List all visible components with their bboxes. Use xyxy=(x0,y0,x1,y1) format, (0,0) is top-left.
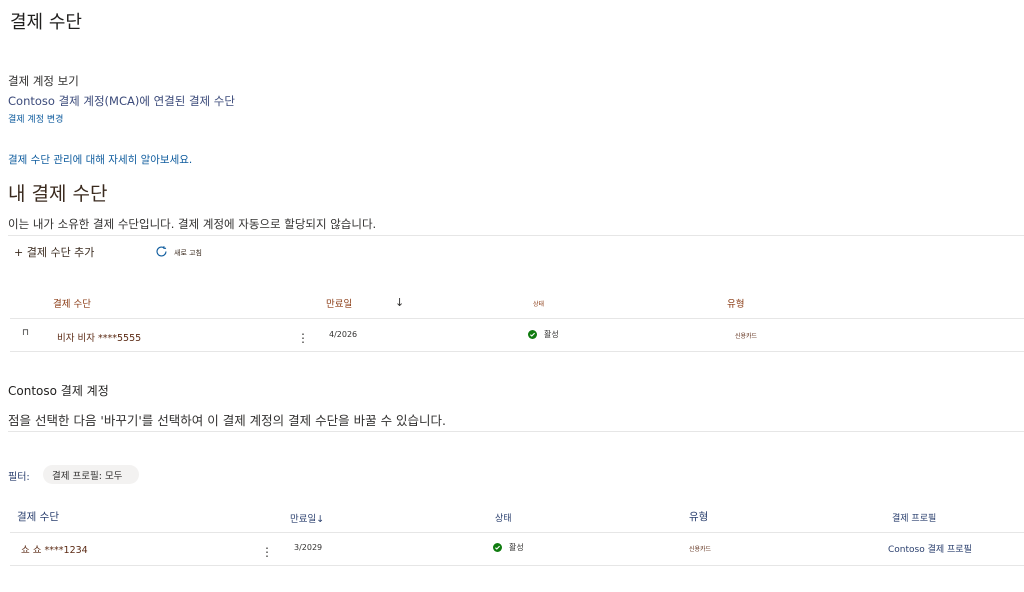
check-circle-icon xyxy=(528,330,537,339)
table-row[interactable]: 쇼 쇼 ****1234 ⋮ 3/2029 활성 신용카드 Contoso 결제… xyxy=(0,533,1024,565)
column-header-expiry[interactable]: 만료일↓ xyxy=(290,511,324,525)
billing-account-view-label: 결제 계정 보기 xyxy=(8,74,79,88)
column-header-type[interactable]: 유형 xyxy=(689,509,708,524)
contoso-account-title: Contoso 결제 계정 xyxy=(8,384,109,398)
learn-more-link[interactable]: 결제 수단 관리에 대해 자세히 알아보세요. xyxy=(8,152,192,167)
column-header-billing-profile[interactable]: 결제 프로필 xyxy=(892,511,936,524)
status-badge: 활성 xyxy=(493,542,524,553)
row-divider xyxy=(10,351,1024,352)
divider xyxy=(8,431,1024,432)
column-header-method[interactable]: 결제 수단 xyxy=(17,509,59,524)
filter-label: 필터: xyxy=(8,472,30,483)
page-title: 결제 수단 xyxy=(10,12,82,33)
column-header-status[interactable]: 상태 xyxy=(533,299,544,308)
divider xyxy=(8,235,1024,236)
change-billing-account-link[interactable]: 결제 계정 변경 xyxy=(8,112,63,125)
row-divider xyxy=(10,565,1024,566)
sort-arrow-icon[interactable]: ↓ xyxy=(395,296,404,309)
check-circle-icon xyxy=(493,543,502,552)
column-header-status[interactable]: 상태 xyxy=(495,511,512,524)
add-payment-method-button[interactable]: + 결제 수단 추가 xyxy=(14,244,94,260)
card-icon: ⊓ xyxy=(22,328,30,338)
my-methods-heading: 내 결제 수단 xyxy=(8,183,108,205)
more-vertical-icon[interactable]: ⋮ xyxy=(261,546,273,558)
payment-method-name: 쇼 쇼 ****1234 xyxy=(21,545,88,556)
refresh-label: 새로 고침 xyxy=(174,248,202,257)
column-header-type[interactable]: 유형 xyxy=(727,296,744,310)
billing-profile-filter-pill[interactable]: 결제 프로필: 모두 xyxy=(43,465,139,484)
payment-type: 신용카드 xyxy=(735,333,758,340)
status-badge: 활성 xyxy=(528,329,559,340)
expiry-date: 3/2029 xyxy=(294,543,323,552)
status-text: 활성 xyxy=(544,330,559,339)
billing-account-name: Contoso 결제 계정(MCA)에 연결된 결제 수단 xyxy=(8,94,235,108)
more-vertical-icon[interactable]: ⋮ xyxy=(297,332,309,344)
refresh-button[interactable]: 새로 고침 xyxy=(155,245,202,260)
expiry-date: 4/2026 xyxy=(329,330,358,339)
billing-profile-name: Contoso 결제 프로필 xyxy=(888,545,972,555)
payment-method-name: 비자 비자 ****5555 xyxy=(57,333,142,344)
payment-type: 신용카드 xyxy=(689,546,712,553)
contoso-account-description: 점을 선택한 다음 '바꾸기'를 선택하여 이 결제 계정의 결제 수단을 바꿀… xyxy=(8,413,447,428)
table-row[interactable]: ⊓ 비자 비자 ****5555 ⋮ 4/2026 활성 신용카드 xyxy=(0,319,1024,351)
my-methods-description: 이는 내가 소유한 결제 수단입니다. 결제 계정에 자동으로 할당되지 않습니… xyxy=(8,217,377,231)
column-header-method[interactable]: 결제 수단 xyxy=(53,296,91,310)
column-header-expiry[interactable]: 만료일 xyxy=(326,296,352,310)
status-text: 활성 xyxy=(509,543,524,552)
refresh-icon xyxy=(155,245,168,260)
